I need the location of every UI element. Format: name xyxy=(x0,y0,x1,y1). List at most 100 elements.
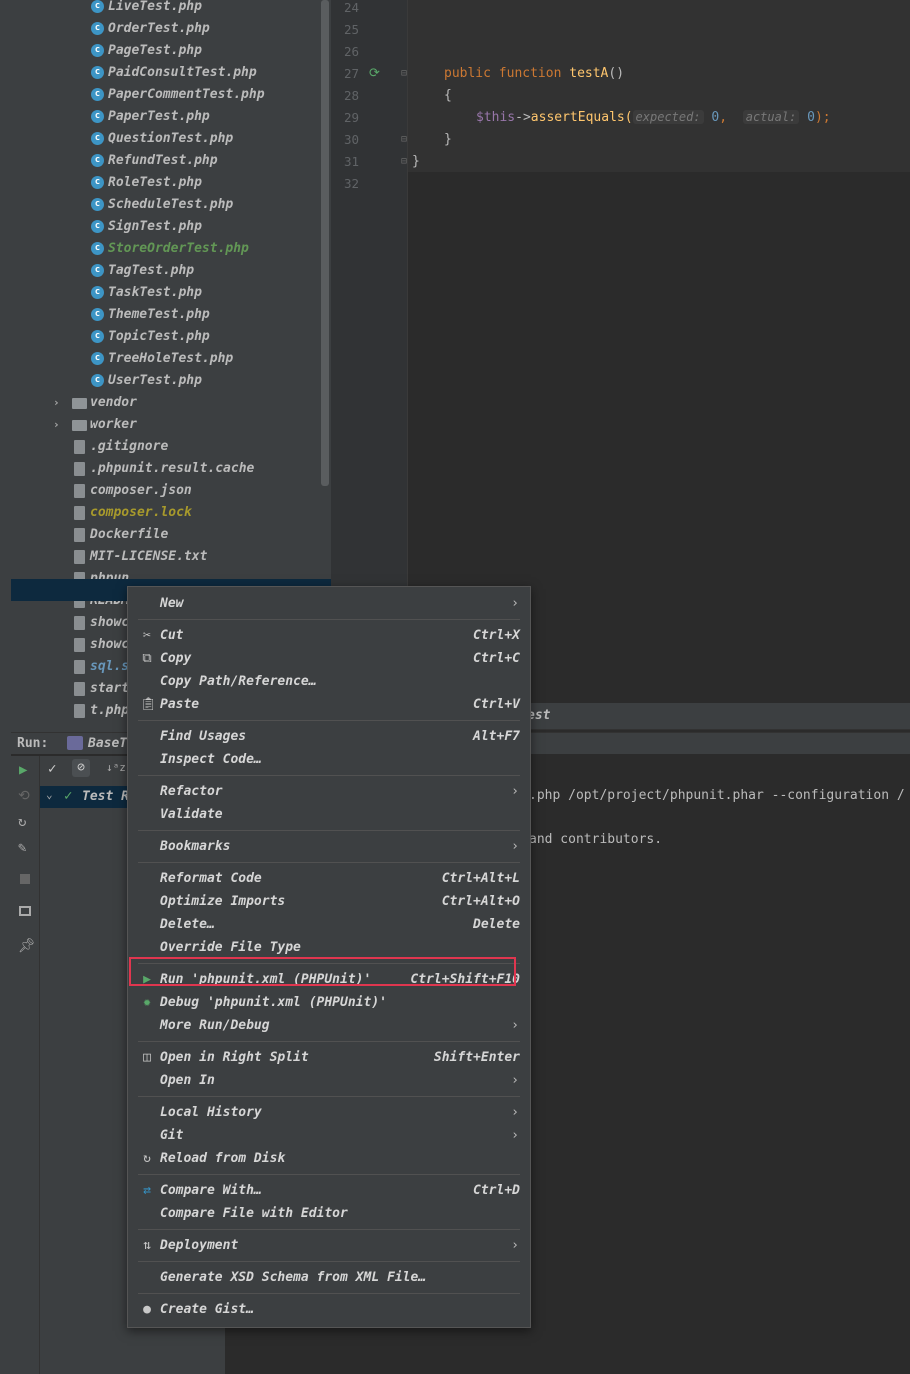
menu-item-optimize-imports[interactable]: Optimize Imports Ctrl+Alt+O xyxy=(128,890,530,913)
rerun-failed-icon[interactable]: ⟲ xyxy=(18,788,30,804)
tree-file[interactable]: c ThemeTest.php xyxy=(11,304,331,326)
chevron-right-icon[interactable]: › xyxy=(53,392,60,414)
php-class-icon: c xyxy=(91,132,104,145)
tree-file[interactable]: c PaidConsultTest.php xyxy=(11,62,331,84)
menu-item-reload-from-disk[interactable]: ↻ Reload from Disk xyxy=(128,1147,530,1170)
tree-item-label: worker xyxy=(90,417,137,432)
menu-item-shortcut: Shift+Enter xyxy=(433,1050,520,1065)
menu-item-refactor[interactable]: Refactor › xyxy=(128,780,530,803)
php-class-icon: c xyxy=(91,176,104,189)
tree-item-label: TagTest.php xyxy=(108,263,195,278)
tree-file[interactable]: .gitignore xyxy=(11,436,331,458)
menu-item-open-in-right-split[interactable]: ◫ Open in Right Split Shift+Enter xyxy=(128,1046,530,1069)
menu-item-more-run-debug[interactable]: More Run/Debug › xyxy=(128,1014,530,1037)
scissors-icon: ✂ xyxy=(143,628,151,643)
menu-item-compare-with[interactable]: ⇄ Compare With… Ctrl+D xyxy=(128,1179,530,1202)
tree-item-label: TopicTest.php xyxy=(108,329,210,344)
menu-item-copy[interactable]: ⧉ Copy Ctrl+C xyxy=(128,647,530,670)
chevron-right-icon[interactable]: › xyxy=(53,414,60,436)
run-test-gutter-icon[interactable]: ⟳ xyxy=(369,66,380,81)
menu-item-override-file-type[interactable]: Override File Type xyxy=(128,936,530,959)
tree-file[interactable]: c PaperTest.php xyxy=(11,106,331,128)
show-ignored-icon[interactable]: ⊘ xyxy=(72,759,90,777)
menu-item-generate-xsd-schema-from-xml-file[interactable]: Generate XSD Schema from XML File… xyxy=(128,1266,530,1289)
menu-item-cut[interactable]: ✂ Cut Ctrl+X xyxy=(128,624,530,647)
menu-item-git[interactable]: Git › xyxy=(128,1124,530,1147)
console-line: and contributors. xyxy=(529,832,663,847)
tree-file[interactable]: c OrderTest.php xyxy=(11,18,331,40)
tree-item-label: ScheduleTest.php xyxy=(108,197,234,212)
tree-file[interactable]: Dockerfile xyxy=(11,524,331,546)
chevron-right-icon: › xyxy=(511,1128,519,1143)
folder-icon xyxy=(72,398,87,409)
menu-item-new[interactable]: New › xyxy=(128,592,530,615)
tree-scrollbar[interactable] xyxy=(321,0,329,486)
menu-item-label: Reload from Disk xyxy=(160,1151,286,1166)
tree-file[interactable]: c UserTest.php xyxy=(11,370,331,392)
pin-icon[interactable]: 📌︎ xyxy=(18,938,36,954)
menu-item-label: Copy Path/Reference… xyxy=(160,674,317,689)
tree-file[interactable]: c LiveTest.php xyxy=(11,0,331,18)
menu-item-bookmarks[interactable]: Bookmarks › xyxy=(128,835,530,858)
menu-item-paste[interactable]: 📋︎ Paste Ctrl+V xyxy=(128,693,530,716)
tree-file[interactable]: c PaperCommentTest.php xyxy=(11,84,331,106)
menu-item-label: Local History xyxy=(160,1105,262,1120)
tree-file[interactable]: c TreeHoleTest.php xyxy=(11,348,331,370)
folder-icon xyxy=(72,420,87,431)
menu-separator xyxy=(138,1293,520,1294)
code-line-31: } xyxy=(412,154,420,169)
php-class-icon: c xyxy=(91,242,104,255)
settings-wrench-icon[interactable]: ✎ xyxy=(18,840,26,856)
tree-item-label: start xyxy=(90,681,130,696)
tree-file[interactable]: c TaskTest.php xyxy=(11,282,331,304)
layout-icon[interactable] xyxy=(19,906,31,916)
menu-item-inspect-code[interactable]: Inspect Code… xyxy=(128,748,530,771)
tree-file[interactable]: composer.json xyxy=(11,480,331,502)
menu-item-local-history[interactable]: Local History › xyxy=(128,1101,530,1124)
menu-item-label: Bookmarks xyxy=(160,839,231,854)
sort-alpha-icon[interactable]: ↓ᵃz xyxy=(106,761,126,774)
menu-item-label: Override File Type xyxy=(160,940,301,955)
php-class-icon: c xyxy=(91,198,104,211)
menu-item-create-gist[interactable]: ● Create Gist… xyxy=(128,1298,530,1321)
rerun-icon[interactable]: ▶ xyxy=(19,762,27,778)
menu-item-copy-path-reference[interactable]: Copy Path/Reference… xyxy=(128,670,530,693)
show-passed-icon[interactable]: ✓ xyxy=(48,761,56,777)
stop-icon[interactable] xyxy=(20,874,30,884)
tree-file[interactable]: composer.lock xyxy=(11,502,331,524)
tree-file[interactable]: c QuestionTest.php xyxy=(11,128,331,150)
tree-file[interactable]: c RefundTest.php xyxy=(11,150,331,172)
menu-item-compare-file-with-editor[interactable]: Compare File with Editor xyxy=(128,1202,530,1225)
menu-item-debug-phpunit-xml-phpunit[interactable]: ✹ Debug 'phpunit.xml (PHPUnit)' xyxy=(128,991,530,1014)
menu-item-open-in[interactable]: Open In › xyxy=(128,1069,530,1092)
menu-separator xyxy=(138,1261,520,1262)
tree-file[interactable]: c PageTest.php xyxy=(11,40,331,62)
debug-icon: ✹ xyxy=(143,995,151,1010)
run-label: Run: xyxy=(17,736,49,751)
fold-icon[interactable]: ⊟ xyxy=(401,68,407,79)
run-tab[interactable]: BaseT xyxy=(88,736,127,751)
menu-item-reformat-code[interactable]: Reformat Code Ctrl+Alt+L xyxy=(128,867,530,890)
tree-file[interactable]: c ScheduleTest.php xyxy=(11,194,331,216)
menu-item-delete[interactable]: Delete… Delete xyxy=(128,913,530,936)
tree-file[interactable]: c TagTest.php xyxy=(11,260,331,282)
tree-file[interactable]: c RoleTest.php xyxy=(11,172,331,194)
tree-item-label: PaperTest.php xyxy=(108,109,210,124)
tree-file[interactable]: .phpunit.result.cache xyxy=(11,458,331,480)
toggle-auto-test-icon[interactable]: ↻ xyxy=(18,814,26,830)
tree-file[interactable]: MIT-LICENSE.txt xyxy=(11,546,331,568)
menu-item-validate[interactable]: Validate xyxy=(128,803,530,826)
shell-file-icon xyxy=(74,638,85,652)
menu-item-deployment[interactable]: ⇅ Deployment › xyxy=(128,1234,530,1257)
tree-folder[interactable]: › worker xyxy=(11,414,331,436)
tree-file[interactable]: c TopicTest.php xyxy=(11,326,331,348)
fold-icon[interactable]: ⊟ xyxy=(401,134,407,145)
tree-file[interactable]: c SignTest.php xyxy=(11,216,331,238)
tree-file[interactable]: c StoreOrderTest.php xyxy=(11,238,331,260)
tree-item-label: sql.s xyxy=(90,659,130,674)
php-class-icon: c xyxy=(91,220,104,233)
menu-item-find-usages[interactable]: Find Usages Alt+F7 xyxy=(128,725,530,748)
tree-folder[interactable]: › vendor xyxy=(11,392,331,414)
menu-separator xyxy=(138,1229,520,1230)
fold-icon[interactable]: ⊟ xyxy=(401,156,407,167)
